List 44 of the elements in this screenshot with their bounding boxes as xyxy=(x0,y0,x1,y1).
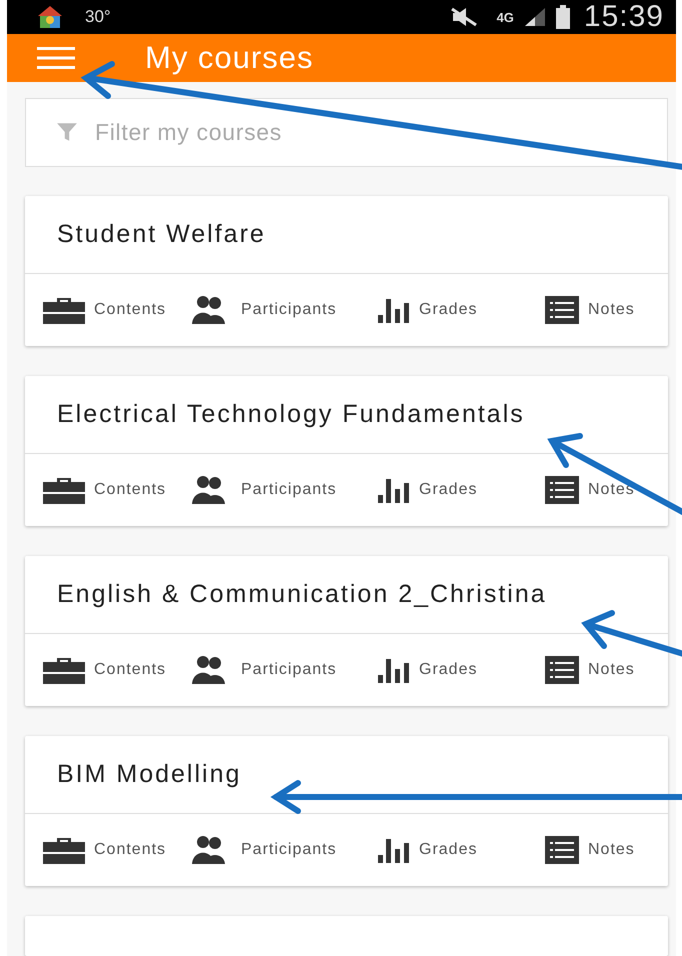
list-icon xyxy=(545,476,579,504)
page-title: My courses xyxy=(145,40,314,76)
bar-chart-icon xyxy=(378,837,410,863)
list-icon xyxy=(545,836,579,864)
action-link[interactable]: Notes xyxy=(588,841,635,859)
action-link[interactable]: Notes xyxy=(588,301,635,319)
mute-icon xyxy=(450,7,477,27)
temperature: 30° xyxy=(85,7,111,27)
course-title[interactable]: Student Welfare xyxy=(25,196,668,274)
briefcase-icon xyxy=(43,476,85,504)
signal-icon xyxy=(524,7,546,27)
action-link[interactable]: Notes xyxy=(588,481,635,499)
briefcase-icon xyxy=(43,836,85,864)
course-title[interactable]: Electrical Technology Fundamentals xyxy=(25,376,668,454)
clock: 15:39 xyxy=(584,0,664,34)
action-link[interactable]: Contents xyxy=(94,661,166,679)
action-link[interactable]: Participants xyxy=(241,661,337,679)
course-title[interactable]: BIM Modelling xyxy=(25,736,668,814)
bar-chart-icon xyxy=(378,297,410,323)
menu-icon xyxy=(37,46,75,70)
list-icon xyxy=(545,296,579,324)
briefcase-icon xyxy=(43,296,85,324)
menu-button[interactable] xyxy=(37,46,75,70)
action-link[interactable]: Contents xyxy=(94,841,166,859)
action-link[interactable]: Grades xyxy=(419,481,478,499)
action-link[interactable]: Notes xyxy=(588,661,635,679)
action-link[interactable]: Contents xyxy=(94,301,166,319)
bar-chart-icon xyxy=(378,657,410,683)
action-link[interactable]: Grades xyxy=(419,841,478,859)
list-icon xyxy=(545,656,579,684)
course-title[interactable]: English & Communication 2_Christina xyxy=(25,556,668,634)
network-type: 4G xyxy=(496,10,514,24)
action-link[interactable]: Grades xyxy=(419,301,478,319)
bar-chart-icon xyxy=(378,477,410,503)
battery-icon xyxy=(556,5,570,29)
action-link[interactable]: Participants xyxy=(241,841,337,859)
action-link[interactable]: Participants xyxy=(241,301,337,319)
house-icon xyxy=(37,5,63,29)
action-link[interactable]: Participants xyxy=(241,481,337,499)
briefcase-icon xyxy=(43,656,85,684)
filter-icon xyxy=(56,122,78,142)
action-link[interactable]: Contents xyxy=(94,481,166,499)
filter-field[interactable]: Filter my courses xyxy=(25,98,668,167)
action-link[interactable]: Grades xyxy=(419,661,478,679)
